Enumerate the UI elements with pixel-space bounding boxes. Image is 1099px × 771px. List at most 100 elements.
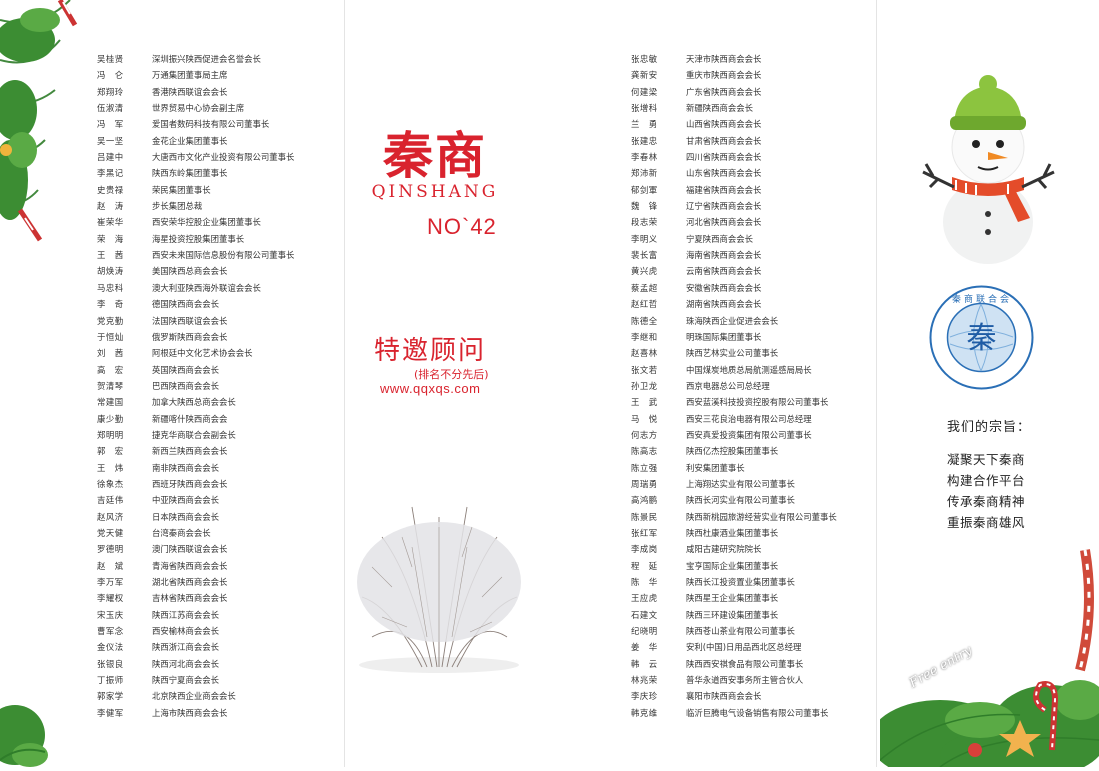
person-title: 辽宁省陕西商会会长 bbox=[686, 201, 762, 212]
person-name: 孙卫龙 bbox=[631, 380, 658, 391]
list-item: 荣 海 海星投资控股集团董事长 bbox=[97, 231, 337, 247]
person-title: 澳大利亚陕西海外联谊会会长 bbox=[152, 282, 261, 293]
person-name: 魏 锋 bbox=[631, 201, 658, 212]
person-title: 金花企业集团董事长 bbox=[152, 135, 228, 146]
motto-lines: 凝聚天下秦商 构建合作平台 传承秦商精神 重振秦商雄风 bbox=[947, 449, 1025, 533]
list-item: 李耀权 吉林省陕西商会会长 bbox=[97, 590, 337, 606]
list-item: 宋玉庆 陕西江苏商会会长 bbox=[97, 607, 337, 623]
list-item: 孙卫龙 西京电器总公司总经理 bbox=[631, 378, 876, 394]
person-name: 王 炜 bbox=[97, 462, 124, 473]
person-name: 李耀权 bbox=[97, 593, 124, 604]
list-item: 张增科 新疆陕西商会会长 bbox=[631, 100, 876, 116]
person-name: 吴一坚 bbox=[97, 135, 124, 146]
list-item: 蔡孟超 安徽省陕西商会会长 bbox=[631, 280, 876, 296]
list-item: 李继和 明珠国际集团董事长 bbox=[631, 329, 876, 345]
person-title: 甘肃省陕西商会会长 bbox=[686, 135, 762, 146]
person-title: 中国煤炭地质总局航测遥感局局长 bbox=[686, 364, 812, 375]
person-title: 临沂巨腾电气设备销售有限公司董事长 bbox=[686, 707, 829, 718]
person-name: 李成岗 bbox=[631, 544, 658, 555]
person-name: 张红军 bbox=[631, 527, 658, 538]
person-name: 金仪法 bbox=[97, 642, 124, 653]
person-name: 张文若 bbox=[631, 364, 658, 375]
list-item: 常建国 加拿大陕西总商会会长 bbox=[97, 394, 337, 410]
person-name: 康少勤 bbox=[97, 413, 124, 424]
list-item: 王应虎 陕西星王企业集团董事长 bbox=[631, 590, 876, 606]
person-title: 阿根廷中文化艺术协会会长 bbox=[152, 348, 253, 359]
person-title: 湖北省陕西商会会长 bbox=[152, 577, 228, 587]
person-name: 陈德全 bbox=[631, 315, 658, 326]
person-name: 王 茜 bbox=[97, 250, 124, 261]
person-title: 新疆陕西商会会长 bbox=[686, 103, 753, 114]
person-name: 吴桂贤 bbox=[97, 54, 124, 64]
list-item: 张文若 中国煤炭地质总局航测遥感局局长 bbox=[631, 362, 876, 378]
person-name: 石建文 bbox=[631, 609, 658, 620]
person-name: 李继和 bbox=[631, 331, 658, 342]
list-item: 贺清琴 巴西陕西商会会长 bbox=[97, 378, 337, 394]
person-name: 常建国 bbox=[97, 397, 124, 408]
person-title: 南非陕西商会会长 bbox=[152, 462, 219, 473]
person-name: 龚新安 bbox=[631, 70, 658, 81]
person-title: 陕西长江投资置业集团董事长 bbox=[686, 577, 795, 587]
list-item: 裴长富 海南省陕西商会会长 bbox=[631, 247, 876, 263]
list-item: 赵喜林 陕西艺林实业公司董事长 bbox=[631, 345, 876, 361]
advisor-title: 特邀顾问 bbox=[374, 336, 487, 366]
list-item: 王 武 西安蓝溪科技投资控股有限公司董事长 bbox=[631, 394, 876, 410]
person-title: 陕西杜康酒业集团董事长 bbox=[686, 527, 779, 538]
person-title: 大唐西市文化产业投资有限公司董事长 bbox=[152, 152, 295, 163]
person-name: 陈立强 bbox=[631, 462, 658, 473]
pine-branch-bottom-left bbox=[0, 690, 90, 767]
list-item: 马忠科 澳大利亚陕西海外联谊会会长 bbox=[97, 280, 337, 296]
person-name: 李健军 bbox=[97, 707, 124, 718]
list-item: 韩 云 陕西西安祺食品有限公司董事长 bbox=[631, 656, 876, 672]
person-name: 裴长富 bbox=[631, 250, 658, 261]
person-title: 海星投资控股集团董事长 bbox=[152, 233, 245, 244]
person-title: 山西省陕西商会会长 bbox=[686, 119, 762, 130]
list-item: 王 炜 南非陕西商会会长 bbox=[97, 460, 337, 476]
person-title: 英国陕西商会会长 bbox=[152, 364, 219, 375]
list-item: 李黑记 陕西东岭集团董事长 bbox=[97, 165, 337, 181]
person-name: 党天健 bbox=[97, 527, 124, 538]
motto-heading: 我们的宗旨： bbox=[947, 420, 1032, 435]
list-item: 吴桂贤 深圳振兴陕西促进会名誉会长 bbox=[97, 51, 337, 67]
person-title: 陕西江苏商会会长 bbox=[152, 609, 219, 620]
person-title: 新疆喀什陕西商会会 bbox=[152, 413, 228, 424]
person-title: 西安荣华控股企业集团董事长 bbox=[152, 217, 261, 228]
person-name: 张银良 bbox=[97, 658, 124, 669]
person-title: 西安真爱投资集团有限公司董事长 bbox=[686, 429, 812, 440]
person-name: 陈高志 bbox=[631, 446, 658, 457]
list-item: 周瑞勇 上海翔达实业有限公司董事长 bbox=[631, 476, 876, 492]
website-link[interactable]: www.qqxqs.com bbox=[380, 381, 480, 396]
list-item: 郁剑軍 福建省陕西商会会长 bbox=[631, 182, 876, 198]
person-title: 珠海陕西企业促进会会长 bbox=[686, 315, 779, 326]
list-item: 郑翔玲 香港陕西联谊会会长 bbox=[97, 84, 337, 100]
list-item: 黄兴虎 云南省陕西商会会长 bbox=[631, 263, 876, 279]
person-name: 丁振师 bbox=[97, 675, 124, 686]
person-name: 吕建中 bbox=[97, 152, 124, 163]
person-title: 西安三花良治电器有限公司总经理 bbox=[686, 413, 812, 424]
list-item: 冯 军 爱国者数码科技有限公司董事长 bbox=[97, 116, 337, 132]
person-name: 程 延 bbox=[631, 560, 658, 571]
snowman-illustration bbox=[918, 72, 1058, 267]
person-name: 宋玉庆 bbox=[97, 609, 124, 620]
person-title: 万通集团董事局主席 bbox=[152, 70, 228, 81]
person-title: 西安榆林商会会长 bbox=[152, 626, 219, 637]
person-title: 安利(中国)日用品西北区总经理 bbox=[686, 642, 802, 653]
person-title: 台湾秦商会会长 bbox=[152, 527, 211, 538]
person-title: 襄阳市陕西商会会长 bbox=[686, 691, 762, 702]
person-title: 新西兰陕西商会会长 bbox=[152, 446, 228, 457]
person-title: 陕西长河实业有限公司董事长 bbox=[686, 495, 795, 506]
person-name: 蔡孟超 bbox=[631, 282, 658, 293]
person-name: 姜 华 bbox=[631, 642, 658, 653]
person-name: 赵风济 bbox=[97, 511, 124, 522]
emblem-ring-text: 秦商联合会 bbox=[951, 295, 1012, 305]
person-title: 福建省陕西商会会长 bbox=[686, 184, 762, 195]
person-name: 贺清琴 bbox=[97, 380, 124, 391]
person-name: 曹军念 bbox=[97, 626, 124, 637]
list-item: 刘 茜 阿根廷中文化艺术协会会长 bbox=[97, 345, 337, 361]
person-title: 普华永道西安事务所主管合伙人 bbox=[686, 675, 804, 686]
left-advisor-list: 吴桂贤 深圳振兴陕西促进会名誉会长冯 仑 万通集团董事局主席 郑翔玲 香港陕西联谊会会长… bbox=[97, 51, 337, 721]
person-title: 荣民集团董事长 bbox=[152, 184, 211, 195]
person-name: 何建梁 bbox=[631, 86, 658, 97]
person-title: 陕西西安祺食品有限公司董事长 bbox=[686, 658, 804, 669]
list-item: 高鸿鹏 陕西长河实业有限公司董事长 bbox=[631, 492, 876, 508]
